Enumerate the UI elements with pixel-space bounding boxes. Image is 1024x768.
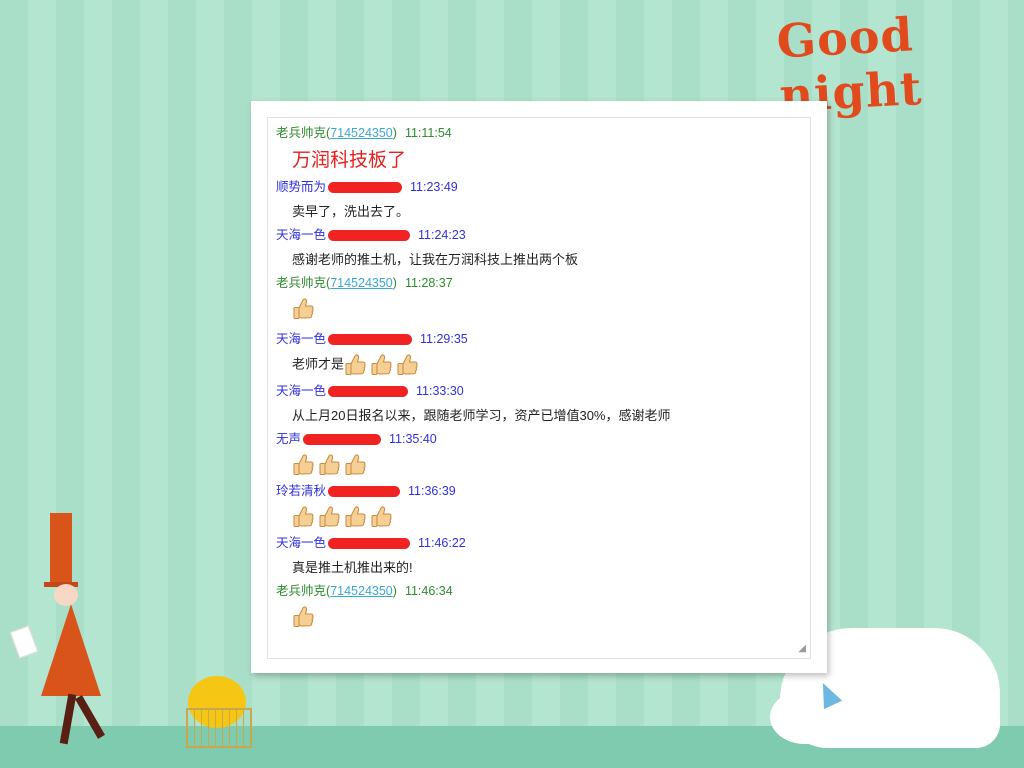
thumbs-up-icon (292, 605, 314, 629)
message-time: 11:28:37 (404, 276, 453, 290)
chat-message: 天海一色 11:46:22 真是推土机推出来的! (276, 532, 466, 576)
redaction-mark (328, 334, 413, 346)
message-text: 感谢老师的推土机，让我在万润科技上推出两个板 (292, 252, 579, 267)
message-time: 11:46:22 (418, 536, 466, 550)
thumbs-up-icon (344, 505, 366, 529)
message-text: 万润科技板了 (292, 150, 407, 171)
paren: ) (392, 276, 397, 290)
message-body: 卖早了，洗出去了。 (292, 201, 458, 220)
paper-decoration (9, 625, 39, 659)
message-text: 卖早了，洗出去了。 (292, 204, 410, 219)
message-body: 老师才是 (292, 353, 468, 377)
redaction-mark (328, 386, 409, 398)
message-text: 真是推土机推出来的! (292, 560, 413, 575)
thumbs-up-icon (344, 453, 366, 477)
redaction-mark (328, 182, 403, 194)
message-time: 11:46:34 (404, 584, 453, 598)
message-body (292, 605, 453, 629)
thumbs-up-icon (370, 505, 392, 529)
thumbs-up-icon (292, 453, 314, 477)
sender-name[interactable]: 老兵帅克 (276, 126, 326, 140)
message-body: 感谢老师的推土机，让我在万润科技上推出两个板 (292, 249, 578, 268)
cart-illustration (186, 708, 252, 748)
sender-name[interactable]: 顺势而为 (276, 180, 326, 194)
message-header: 无声 11:35:40 (276, 428, 437, 447)
chat-message: 老兵帅克(714524350) 11:11:54 万润科技板了 (276, 122, 452, 172)
message-header: 老兵帅克(714524350) 11:11:54 (276, 122, 452, 141)
redaction-mark (328, 538, 411, 550)
thumbs-up-icon (344, 353, 366, 377)
message-time: 11:33:30 (416, 384, 464, 398)
redaction-mark (328, 486, 401, 498)
chat-message: 玲若清秋 11:36:39 (276, 480, 456, 529)
message-body (292, 505, 456, 529)
message-header: 玲若清秋 11:36:39 (276, 480, 456, 499)
resize-grip-icon[interactable]: ◢ (798, 643, 806, 654)
message-time: 11:11:54 (404, 126, 452, 140)
thumbs-up-icon (396, 353, 418, 377)
man-hat-decoration (50, 513, 72, 587)
message-header: 天海一色 11:33:30 (276, 380, 670, 399)
sender-qq-link[interactable]: 714524350 (330, 584, 393, 598)
thumbs-up-icon (370, 353, 392, 377)
sender-qq-link[interactable]: 714524350 (330, 276, 393, 290)
message-time: 11:29:35 (420, 332, 468, 346)
chat-screenshot-card: ◢ 老兵帅克(714524350) 11:11:54 万润科技板了 顺势而为 11:23… (251, 101, 827, 673)
paren: ) (392, 584, 397, 598)
message-header: 天海一色 11:29:35 (276, 328, 468, 347)
message-body: 万润科技板了 (292, 145, 452, 172)
message-time: 11:24:23 (418, 228, 466, 242)
chat-message: 天海一色 11:33:30 从上月20日报名以来，跟随老师学习，资产已增值30%，感… (276, 380, 670, 424)
message-header: 老兵帅克(714524350) 11:46:34 (276, 580, 453, 599)
man-head-decoration (54, 584, 78, 606)
message-text: 老师才是 (292, 356, 345, 372)
sender-name[interactable]: 天海一色 (276, 228, 326, 242)
sender-name[interactable]: 无声 (276, 432, 301, 446)
chat-message: 天海一色 11:24:23 感谢老师的推土机，让我在万润科技上推出两个板 (276, 224, 578, 268)
chat-message: 老兵帅克(714524350) 11:28:37 (276, 272, 453, 321)
sender-name[interactable]: 天海一色 (276, 332, 326, 346)
sender-name[interactable]: 天海一色 (276, 384, 326, 398)
sender-name[interactable]: 玲若清秋 (276, 484, 326, 498)
message-body: 真是推土机推出来的! (292, 557, 466, 576)
redaction-mark (328, 230, 411, 242)
thumbs-up-icon (292, 297, 314, 321)
sender-qq-link[interactable]: 714524350 (330, 126, 393, 140)
paren: ) (392, 126, 397, 140)
sender-name[interactable]: 老兵帅克 (276, 584, 326, 598)
message-body (292, 297, 453, 321)
chat-message: 顺势而为 11:23:49 卖早了，洗出去了。 (276, 176, 458, 220)
message-header: 老兵帅克(714524350) 11:28:37 (276, 272, 453, 291)
chat-message: 老兵帅克(714524350) 11:46:34 (276, 580, 453, 629)
redaction-mark (303, 434, 382, 446)
message-header: 天海一色 11:24:23 (276, 224, 578, 243)
chat-message: 天海一色 11:29:35 老师才是 (276, 328, 468, 377)
message-header: 顺势而为 11:23:49 (276, 176, 458, 195)
message-header: 天海一色 11:46:22 (276, 532, 466, 551)
sender-name[interactable]: 天海一色 (276, 536, 326, 550)
message-time: 11:36:39 (408, 484, 456, 498)
chat-log: ◢ 老兵帅克(714524350) 11:11:54 万润科技板了 顺势而为 11:23… (267, 117, 811, 659)
thumbs-up-icon (292, 505, 314, 529)
chat-message: 无声 11:35:40 (276, 428, 437, 477)
message-body (292, 453, 437, 477)
message-time: 11:35:40 (389, 432, 437, 446)
sender-name[interactable]: 老兵帅克 (276, 276, 326, 290)
message-time: 11:23:49 (410, 180, 458, 194)
man-illustration (41, 604, 101, 696)
thumbs-up-icon (318, 505, 340, 529)
message-text: 从上月20日报名以来，跟随老师学习，资产已增值30%，感谢老师 (292, 408, 671, 423)
thumbs-up-icon (318, 453, 340, 477)
message-body: 从上月20日报名以来，跟随老师学习，资产已增值30%，感谢老师 (292, 405, 670, 424)
